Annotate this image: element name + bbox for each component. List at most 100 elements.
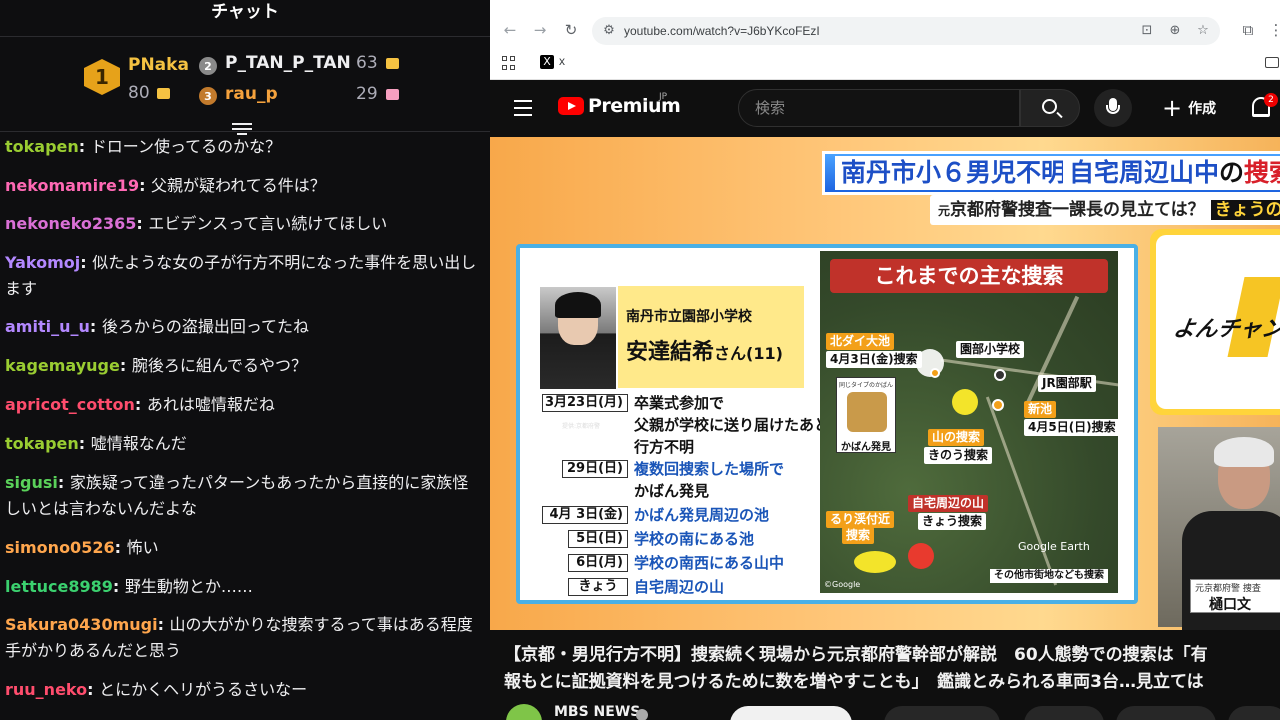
chat-message: ruu_neko: とにかくヘリがうるさいなー <box>5 680 308 699</box>
url-text[interactable]: youtube.com/watch?v=J6bYKcoFEzI <box>624 17 820 45</box>
address-bar[interactable]: ⚙ youtube.com/watch?v=J6bYKcoFEzI ⊡ ⊕ ☆ <box>592 17 1220 45</box>
bookmark-folder-icon[interactable] <box>1265 57 1279 68</box>
hamburger-menu-icon[interactable] <box>514 100 532 116</box>
video-title-line: 報もとに証拠資料を見つけるために数を増やすことも」 鑑識とみられる車両3台…見立… <box>504 672 1204 692</box>
back-arrow-icon[interactable]: ← <box>500 20 520 40</box>
chat-text: 怖い <box>126 538 159 557</box>
subhead-text: 京都府警捜査一課長の見立ては？ <box>950 200 1205 220</box>
bookmarks-bar: X x <box>490 48 1280 80</box>
chat-text: 後ろからの盗撮出回ってたね <box>101 317 310 336</box>
forward-arrow-icon[interactable]: → <box>530 20 550 40</box>
school-name: 南丹市立園部小学校 <box>626 309 752 325</box>
chat-username[interactable]: amiti_u_u <box>5 317 90 336</box>
timeline-date: 5日(日) <box>568 530 628 548</box>
chat-username[interactable]: simono0526 <box>5 538 115 557</box>
channel-avatar[interactable] <box>506 704 542 720</box>
youtube-logo-icon[interactable] <box>558 97 584 115</box>
search-input[interactable] <box>755 90 1005 126</box>
rank-2-medal-icon: 2 <box>199 57 217 75</box>
like-button[interactable] <box>884 706 1000 720</box>
gifter-name[interactable]: rau_p <box>225 84 278 104</box>
chat-username[interactable]: apricot_cotton <box>5 395 135 414</box>
channel-name[interactable]: MBS NEWS <box>554 704 640 720</box>
zoom-icon[interactable]: ⊕ <box>1166 22 1184 40</box>
chat-message: tokapen: ドローン使ってるのかな？ <box>5 137 282 156</box>
chat-username[interactable]: nekoneko2365 <box>5 214 136 233</box>
map-label-ruri: るり渓付近 <box>826 511 895 528</box>
gifter-name[interactable]: PNaka <box>128 55 189 75</box>
region-label: JP <box>659 92 668 102</box>
more-icon[interactable]: ⋮ <box>1266 20 1280 40</box>
browser-toolbar: ← → ↻ ⚙ youtube.com/watch?v=J6bYKcoFEzI … <box>490 0 1280 48</box>
gift-icon <box>386 89 399 100</box>
chat-username[interactable]: tokapen <box>5 137 79 156</box>
chat-message: amiti_u_u: 後ろからの盗撮出回ってたね <box>5 317 310 336</box>
video-player[interactable]: 南丹市小６男児不明 自宅周辺山中の捜索 元京都府警捜査一課長の見立ては？ きょう… <box>490 137 1280 630</box>
search-spot-marker <box>854 551 896 573</box>
news-headline-banner: 南丹市小６男児不明 自宅周辺山中の捜索 <box>822 151 1280 195</box>
chat-username[interactable]: lettuce8989 <box>5 577 113 596</box>
program-logo-card: よんチャン <box>1150 229 1280 415</box>
chat-username[interactable]: nekomamire19 <box>5 176 139 195</box>
gift-icon <box>386 58 399 69</box>
install-app-icon[interactable]: ⊡ <box>1138 22 1156 40</box>
map-label-new-pond: 新池 <box>1024 401 1057 418</box>
expert-role: 元京都府警 捜査 <box>1195 584 1261 594</box>
expert-name-tag: 元京都府警 捜査 樋口文 <box>1190 579 1280 613</box>
chat-username[interactable]: Yakomoj <box>5 253 80 272</box>
download-button[interactable] <box>1116 706 1216 720</box>
youtube-header: Premium JP +作成 2 <box>490 81 1280 137</box>
gifter-name[interactable]: P_TAN_P_TAN <box>225 53 351 73</box>
chat-username[interactable]: Sakura0430mugi <box>5 615 158 634</box>
chat-username[interactable]: tokapen <box>5 434 79 453</box>
verified-icon <box>636 709 648 720</box>
missing-child-photo: 提供:京都府警 <box>540 287 616 430</box>
chat-message: Sakura0430mugi: 山の大がかりな捜索するって事はある程度 手がかり… <box>5 615 473 660</box>
timeline-text: 卒業式参加で <box>634 394 725 412</box>
person-name-main: 安達結希 <box>626 340 715 365</box>
map-label-north-pond: 北ダイ大池 <box>826 333 895 350</box>
live-chat-panel: チャット 1 PNaka 80 2 P_TAN_P_TAN 63 3 rau_p… <box>0 0 490 720</box>
share-button[interactable] <box>1024 706 1104 720</box>
chat-text: 嘘情報なんだ <box>90 434 187 453</box>
chat-message: lettuce8989: 野生動物とか…… <box>5 577 253 596</box>
subscribe-button[interactable] <box>730 706 852 720</box>
search-button[interactable] <box>1020 89 1080 127</box>
chat-text: 野生動物とか…… <box>124 577 253 596</box>
bookmark-x-label[interactable]: x <box>559 54 565 68</box>
chat-message: nekoneko2365: エビデンスって言い続けてほしい <box>5 214 388 233</box>
person-name: 安達結希さん(11) <box>626 334 783 366</box>
chat-message: apricot_cotton: あれは嘘情報だね <box>5 395 275 414</box>
create-button[interactable]: + 作成 <box>1162 95 1216 121</box>
chat-message: nekomamire19: 父親が疑われてる件は？ <box>5 176 326 195</box>
headline-sub: 自宅周辺山中 <box>1069 158 1220 187</box>
timeline-text: 父親が学校に送り届けたあと <box>634 414 829 436</box>
subhead-prefix: 元 <box>938 204 951 218</box>
notification-count-badge: 2 <box>1264 93 1278 107</box>
search-spot-marker <box>952 389 978 415</box>
reload-icon[interactable]: ↻ <box>561 20 581 40</box>
person-name-suffix: さん(11) <box>714 344 783 363</box>
map-label-school: 園部小学校 <box>956 341 1025 358</box>
voice-search-button[interactable] <box>1094 89 1132 127</box>
chat-text: 父親が疑われてる件は？ <box>151 176 326 195</box>
more-actions-button[interactable] <box>1228 706 1280 720</box>
chat-username[interactable]: kagemayuge <box>5 356 120 375</box>
chat-username[interactable]: sigusi <box>5 473 58 492</box>
x-logo-icon[interactable]: X <box>540 55 554 69</box>
photo-caption: 提供:京都府警 <box>562 423 601 430</box>
bag-photo-box: 同じタイプのかばん かばん発見 <box>836 377 896 453</box>
bookmark-star-icon[interactable]: ☆ <box>1194 22 1212 40</box>
name-card: 南丹市立園部小学校 安達結希さん(11) <box>618 286 804 388</box>
map-label-home-mountain: 自宅周辺の山 <box>908 495 989 512</box>
chat-username[interactable]: ruu_neko <box>5 680 87 699</box>
extensions-icon[interactable]: ⧉ <box>1238 20 1258 40</box>
chat-message: kagemayuge: 腕後ろに組んでるやつ？ <box>5 356 308 375</box>
search-spot-marker <box>908 543 934 569</box>
bag-caption: 同じタイプのかばん <box>839 382 894 389</box>
site-info-icon[interactable]: ⚙ <box>600 22 618 40</box>
chat-text: エビデンスって言い続けてほしい <box>148 214 388 233</box>
map-copyright: ©Google <box>824 580 861 589</box>
search-icon <box>1042 99 1057 114</box>
apps-grid-icon[interactable] <box>502 56 516 70</box>
